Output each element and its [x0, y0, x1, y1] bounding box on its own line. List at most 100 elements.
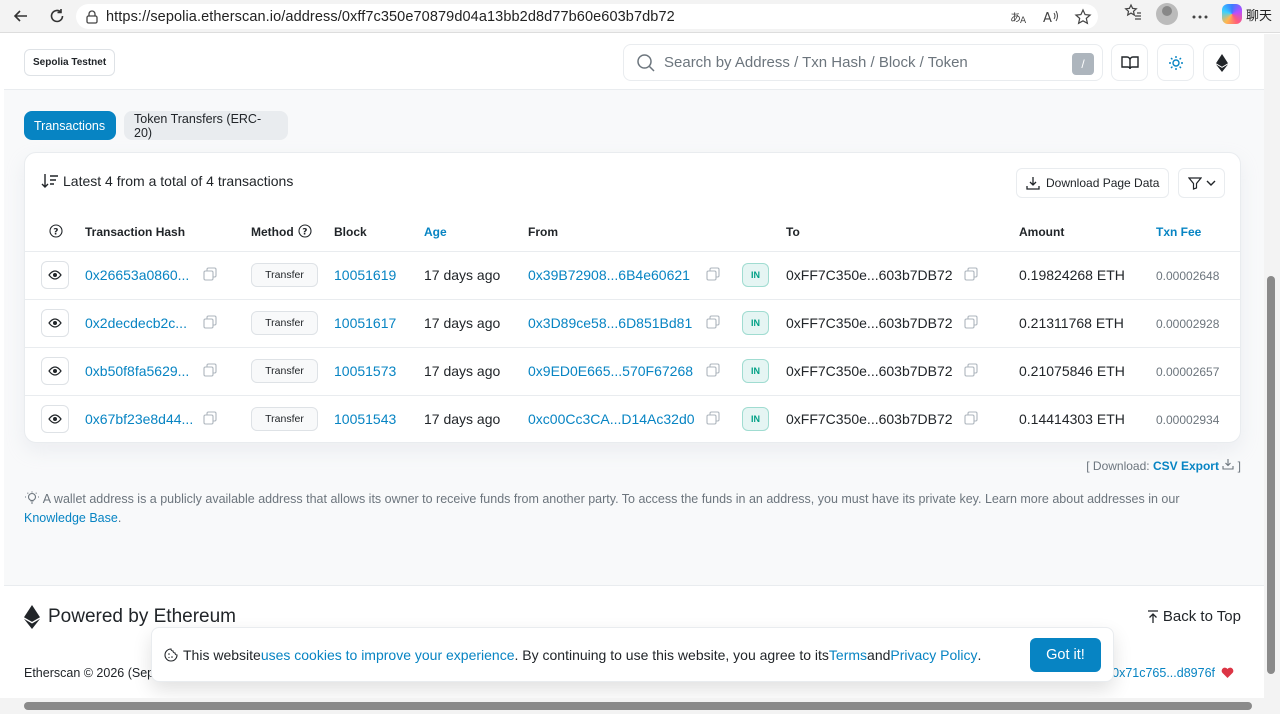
age-text: 17 days ago	[424, 315, 501, 331]
tab-transactions[interactable]: Transactions	[24, 111, 116, 140]
block-link[interactable]: 10051543	[334, 411, 396, 427]
to-address-text: 0xFF7C350e...603b7DB72	[786, 363, 953, 379]
txn-fee-text: 0.00002657	[1156, 365, 1220, 379]
back-icon[interactable]	[10, 5, 32, 27]
summary-text: Latest 4 from a total of 4 transactions	[63, 173, 294, 189]
copy-icon[interactable]	[964, 267, 978, 281]
sun-icon	[1168, 55, 1183, 70]
preview-eye-icon[interactable]	[41, 261, 69, 289]
col-method: Method	[251, 225, 294, 239]
svg-text:?: ?	[53, 228, 58, 238]
download-page-data-button[interactable]: Download Page Data	[1016, 168, 1170, 198]
col-txn-fee[interactable]: Txn Fee	[1156, 225, 1201, 239]
more-menu-icon[interactable]	[1192, 6, 1208, 23]
table-row: 0x67bf23e8d44... Transfer 10051543 17 days …	[25, 395, 1240, 443]
knowledge-base-link[interactable]: Knowledge Base	[24, 511, 118, 525]
svg-text:A: A	[1020, 16, 1027, 25]
tx-hash-link[interactable]: 0x2decdecb2c...	[85, 315, 187, 331]
privacy-policy-link[interactable]: Privacy Policy	[890, 647, 977, 663]
network-badge[interactable]: Sepolia Testnet	[24, 49, 116, 76]
accept-cookies-button[interactable]: Got it!	[1030, 638, 1101, 672]
back-to-top-link[interactable]: Back to Top	[1147, 608, 1241, 625]
block-link[interactable]: 10051619	[334, 267, 396, 283]
copy-icon[interactable]	[964, 363, 978, 377]
copyright-text: Etherscan © 2026 (Sep	[24, 666, 155, 680]
cookies-link[interactable]: uses cookies to improve your experience	[261, 647, 515, 663]
copilot-label: 聊天	[1245, 7, 1272, 23]
filter-button[interactable]	[1178, 168, 1225, 198]
favorite-star-icon[interactable]	[1074, 8, 1092, 30]
tab-token-transfers[interactable]: Token Transfers (ERC-20)	[124, 111, 288, 140]
preview-eye-icon[interactable]	[41, 357, 69, 385]
copilot-button[interactable]: 聊天	[1221, 4, 1272, 24]
copy-icon[interactable]	[203, 315, 217, 329]
block-link[interactable]: 10051617	[334, 315, 396, 331]
read-aloud-icon[interactable]: A	[1042, 9, 1060, 29]
copy-icon[interactable]	[706, 267, 720, 281]
chevron-down-icon	[1206, 180, 1215, 186]
arrow-up-icon	[1147, 609, 1158, 623]
method-help-icon[interactable]: ?	[298, 224, 312, 241]
copy-icon[interactable]	[203, 267, 217, 281]
reader-mode-button[interactable]	[1111, 44, 1148, 81]
preview-eye-icon[interactable]	[41, 405, 69, 433]
horizontal-scroll-thumb[interactable]	[24, 702, 1252, 710]
preview-eye-icon[interactable]	[41, 309, 69, 337]
help-icon[interactable]: ?	[49, 224, 63, 241]
col-age[interactable]: Age	[424, 225, 447, 239]
direction-badge: IN	[742, 407, 769, 431]
csv-export-link[interactable]: CSV Export	[1153, 459, 1219, 473]
filter-icon	[1187, 177, 1202, 190]
refresh-icon[interactable]	[46, 5, 68, 27]
download-icon	[1222, 459, 1234, 470]
cookie-banner: This website uses cookies to improve you…	[151, 627, 1114, 682]
from-address-link[interactable]: 0x3D89ce58...6D851Bd81	[528, 315, 692, 331]
to-address-text: 0xFF7C350e...603b7DB72	[786, 315, 953, 331]
donate-link[interactable]: 0x71c765...d8976f	[1112, 666, 1234, 680]
transactions-summary: Latest 4 from a total of 4 transactions	[41, 173, 293, 189]
search-box[interactable]: /	[623, 44, 1103, 81]
age-text: 17 days ago	[424, 411, 501, 427]
direction-badge: IN	[742, 311, 769, 335]
from-address-link[interactable]: 0x9ED0E665...570F67268	[528, 363, 693, 379]
tx-hash-link[interactable]: 0x67bf23e8d44...	[85, 411, 193, 427]
address-bar[interactable]: https://sepolia.etherscan.io/address/0xf…	[76, 4, 1098, 29]
amount-text: 0.14414303 ETH	[1019, 411, 1125, 427]
amount-text: 0.19824268 ETH	[1019, 267, 1125, 283]
col-transaction-hash: Transaction Hash	[85, 225, 186, 239]
translate-icon[interactable]: あA	[1010, 9, 1028, 29]
table-row: 0x2decdecb2c... Transfer 10051617 17 days a…	[25, 299, 1240, 347]
search-input[interactable]	[664, 54, 1064, 71]
direction-badge: IN	[742, 263, 769, 287]
copy-icon[interactable]	[964, 315, 978, 329]
site-info-icon[interactable]	[84, 9, 100, 25]
copy-icon[interactable]	[203, 411, 217, 425]
method-badge: Transfer	[251, 407, 318, 431]
theme-toggle-button[interactable]	[1157, 44, 1194, 81]
copy-icon[interactable]	[203, 363, 217, 377]
ethereum-logo-icon	[24, 605, 40, 629]
tx-hash-link[interactable]: 0x26653a0860...	[85, 267, 189, 283]
download-icon	[1026, 177, 1040, 190]
terms-link[interactable]: Terms	[829, 647, 867, 663]
vertical-scroll-thumb[interactable]	[1267, 276, 1275, 674]
table-row: 0xb50f8fa5629... Transfer 10051573 17 days …	[25, 347, 1240, 395]
copy-icon[interactable]	[706, 315, 720, 329]
network-switch-button[interactable]	[1203, 44, 1240, 81]
from-address-link[interactable]: 0x39B72908...6B4e60621	[528, 267, 690, 283]
copy-icon[interactable]	[964, 411, 978, 425]
tx-hash-link[interactable]: 0xb50f8fa5629...	[85, 363, 189, 379]
block-link[interactable]: 10051573	[334, 363, 396, 379]
cookie-icon	[164, 647, 178, 662]
from-address-link[interactable]: 0xc00Cc3CA...D14Ac32d0	[528, 411, 695, 427]
profile-avatar[interactable]	[1155, 3, 1178, 25]
svg-text:A: A	[1043, 11, 1052, 25]
copy-icon[interactable]	[706, 363, 720, 377]
favorites-icon[interactable]	[1124, 3, 1142, 25]
search-icon	[637, 53, 655, 72]
download-label: Download Page Data	[1046, 176, 1160, 190]
txn-fee-text: 0.00002648	[1156, 269, 1220, 283]
copy-icon[interactable]	[706, 411, 720, 425]
copilot-icon	[1221, 4, 1242, 24]
txn-fee-text: 0.00002934	[1156, 413, 1220, 427]
